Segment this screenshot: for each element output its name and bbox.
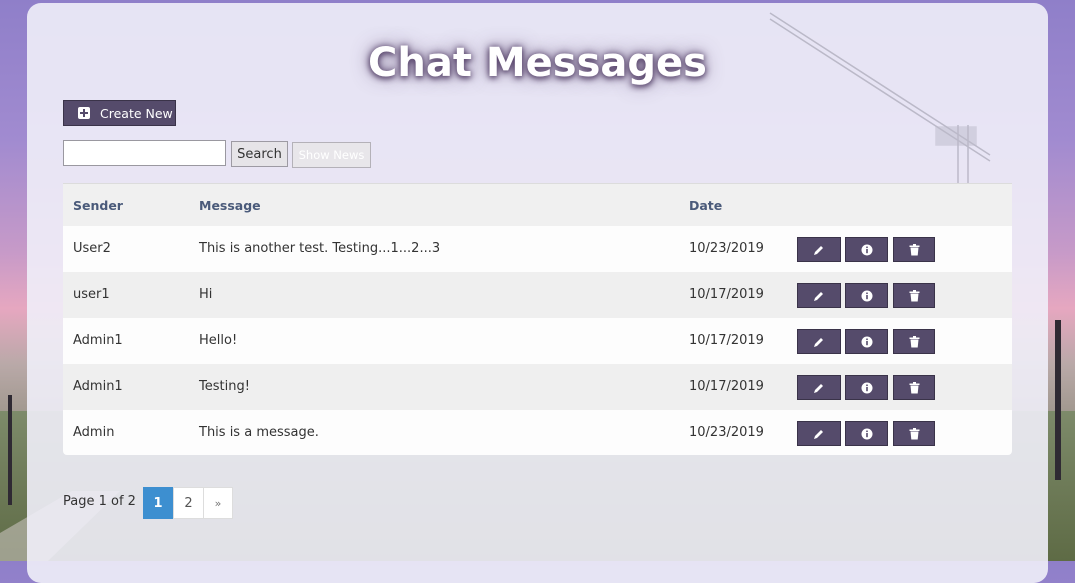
table-row: Admin1 Testing! 10/17/2019 xyxy=(63,364,1012,410)
delete-button[interactable] xyxy=(893,375,935,400)
edit-button[interactable] xyxy=(797,329,841,354)
date-cell: 10/17/2019 xyxy=(689,379,764,394)
details-button[interactable] xyxy=(845,421,888,446)
details-button[interactable] xyxy=(845,237,888,262)
delete-button[interactable] xyxy=(893,329,935,354)
next-page-link[interactable]: » xyxy=(203,487,233,519)
sender-cell: Admin1 xyxy=(73,333,123,348)
info-icon xyxy=(861,336,872,347)
delete-button[interactable] xyxy=(893,237,935,262)
page-title: Chat Messages xyxy=(368,40,707,86)
column-header-message[interactable]: Message xyxy=(199,198,261,213)
plus-square-icon xyxy=(78,107,90,119)
table-row: user1 Hi 10/17/2019 xyxy=(63,272,1012,318)
sender-cell: Admin1 xyxy=(73,379,123,394)
table-row: Admin This is a message. 10/23/2019 xyxy=(63,410,1012,455)
pencil-icon xyxy=(814,383,823,393)
delete-button[interactable] xyxy=(893,421,935,446)
crane-background-image xyxy=(769,12,991,185)
create-new-button[interactable]: Create New xyxy=(63,100,176,126)
create-new-label: Create New xyxy=(100,105,173,121)
date-cell: 10/17/2019 xyxy=(689,287,764,302)
date-cell: 10/23/2019 xyxy=(689,241,764,256)
column-header-sender[interactable]: Sender xyxy=(73,198,123,213)
message-cell: This is a message. xyxy=(199,425,319,440)
pencil-icon xyxy=(814,337,823,347)
date-cell: 10/17/2019 xyxy=(689,333,764,348)
background-pole xyxy=(8,395,12,505)
info-icon xyxy=(861,428,872,439)
sender-cell: user1 xyxy=(73,287,110,302)
table-row: Admin1 Hello! 10/17/2019 xyxy=(63,318,1012,364)
trash-icon xyxy=(909,381,919,393)
details-button[interactable] xyxy=(845,329,888,354)
message-cell: Hello! xyxy=(199,333,238,348)
trash-icon xyxy=(909,289,919,301)
pencil-icon xyxy=(814,245,823,255)
column-header-date[interactable]: Date xyxy=(689,198,722,213)
search-input[interactable] xyxy=(63,140,226,166)
message-cell: This is another test. Testing...1...2...… xyxy=(199,241,441,256)
page-link-2[interactable]: 2 xyxy=(173,487,204,519)
message-cell: Testing! xyxy=(199,379,250,394)
trash-icon xyxy=(909,427,919,439)
edit-button[interactable] xyxy=(797,375,841,400)
details-button[interactable] xyxy=(845,375,888,400)
page-indicator: Page 1 of 2 xyxy=(63,494,136,509)
table-row: User2 This is another test. Testing...1.… xyxy=(63,226,1012,272)
info-icon xyxy=(861,244,872,255)
sender-cell: Admin xyxy=(73,425,115,440)
pencil-icon xyxy=(814,429,823,439)
search-button[interactable]: Search xyxy=(231,141,288,167)
edit-button[interactable] xyxy=(797,237,841,262)
info-icon xyxy=(861,382,872,393)
sender-cell: User2 xyxy=(73,241,111,256)
date-cell: 10/23/2019 xyxy=(689,425,764,440)
trash-icon xyxy=(909,335,919,347)
trash-icon xyxy=(909,243,919,255)
details-button[interactable] xyxy=(845,283,888,308)
edit-button[interactable] xyxy=(797,421,841,446)
message-cell: Hi xyxy=(199,287,213,302)
delete-button[interactable] xyxy=(893,283,935,308)
show-news-button[interactable]: Show News xyxy=(292,142,371,168)
table-header: Sender Message Date xyxy=(63,183,1012,226)
info-icon xyxy=(861,290,872,301)
background-pole xyxy=(1055,320,1061,480)
pencil-icon xyxy=(814,291,823,301)
edit-button[interactable] xyxy=(797,283,841,308)
page-link-1[interactable]: 1 xyxy=(143,487,173,519)
messages-table: Sender Message Date User2 This is anothe… xyxy=(63,183,1012,455)
